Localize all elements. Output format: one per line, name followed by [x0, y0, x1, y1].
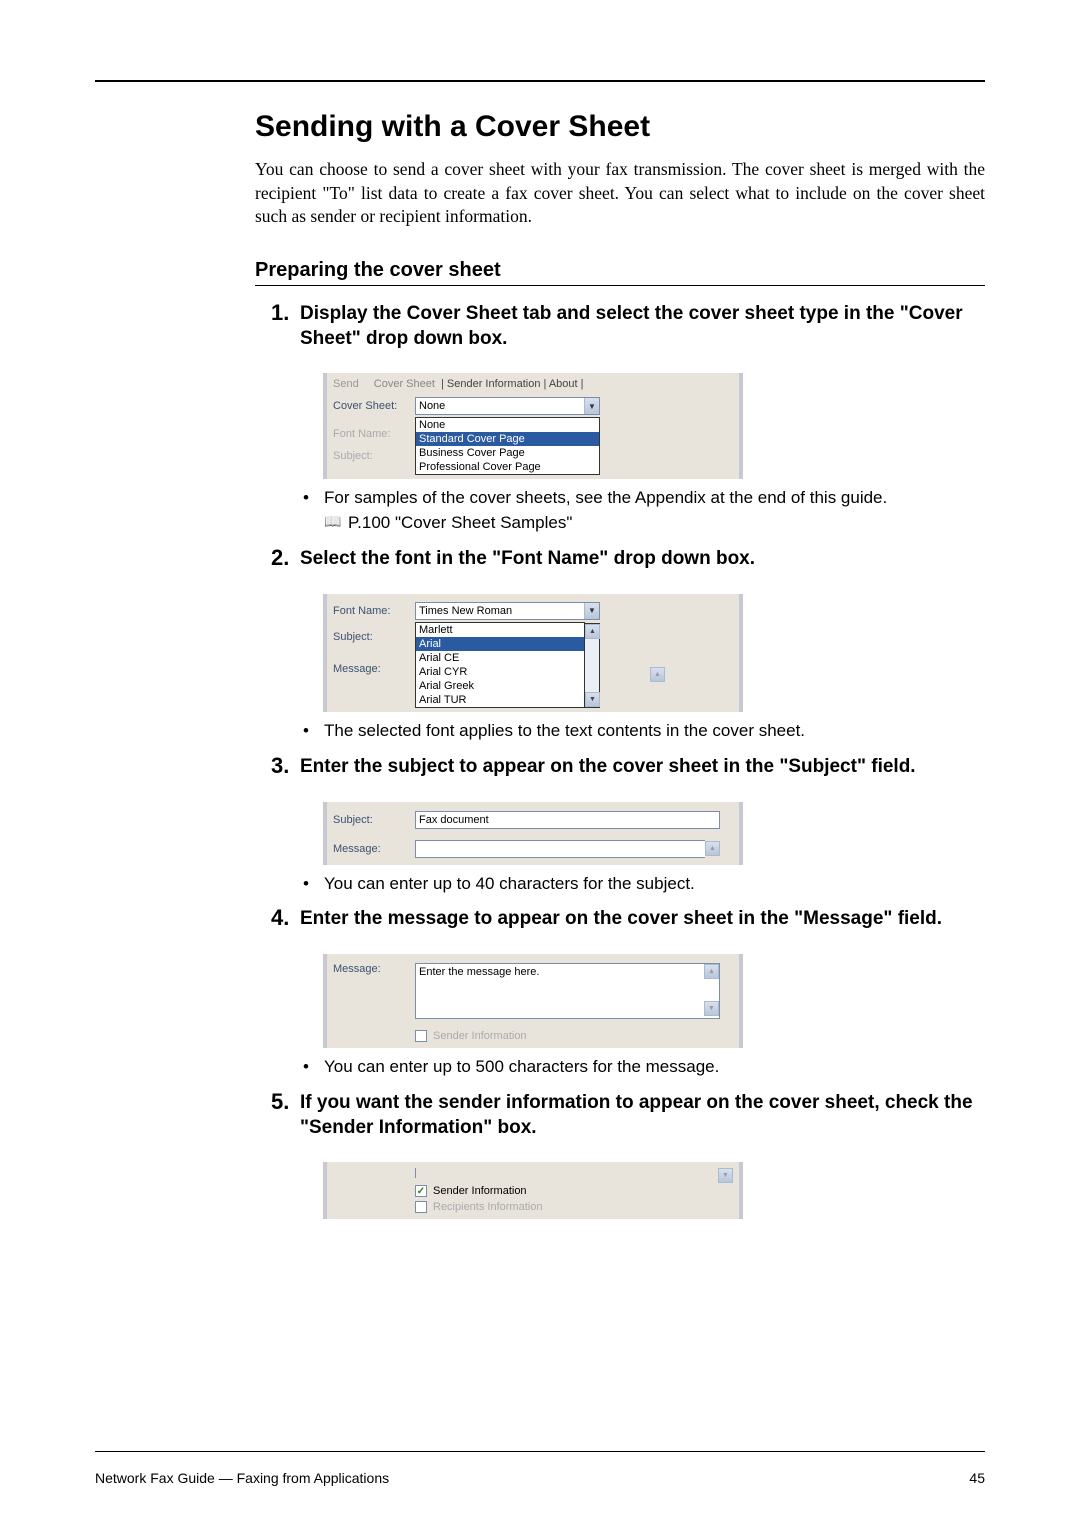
- dd-option-business[interactable]: Business Cover Page: [416, 446, 599, 460]
- step-instruction: Enter the message to appear on the cover…: [300, 907, 985, 932]
- label-message: Message:: [333, 843, 415, 855]
- message-value: Enter the message here.: [419, 966, 539, 978]
- subject-input[interactable]: Fax document: [415, 811, 720, 829]
- step-number: 5.: [271, 1089, 289, 1115]
- step-2: 2. Select the font in the "Font Name" dr…: [255, 547, 985, 572]
- section-heading: Preparing the cover sheet: [255, 259, 985, 286]
- font-name-value: Times New Roman: [419, 605, 512, 617]
- recipients-info-checkbox[interactable]: [415, 1201, 427, 1213]
- step-2-bullet: The selected font applies to the text co…: [300, 720, 985, 743]
- dd-font-arial-greek[interactable]: Arial Greek: [416, 679, 584, 693]
- step-instruction: Display the Cover Sheet tab and select t…: [300, 302, 985, 351]
- tab-other[interactable]: | Sender Information | About |: [441, 378, 584, 390]
- dd-font-arial[interactable]: Arial: [416, 637, 584, 651]
- cross-reference: P.100 "Cover Sheet Samples": [324, 513, 985, 533]
- dd-font-arial-cyr[interactable]: Arial CYR: [416, 665, 584, 679]
- step-3-bullet: You can enter up to 40 characters for th…: [300, 873, 985, 896]
- dd-option-none[interactable]: None: [416, 418, 599, 432]
- footer-rule: [95, 1451, 985, 1452]
- subject-value: Fax document: [419, 814, 489, 826]
- step-number: 3.: [271, 753, 289, 779]
- message-input-partial[interactable]: [415, 840, 705, 858]
- step-5: 5. If you want the sender information to…: [255, 1091, 985, 1140]
- screenshot-cover-sheet-tab: Send Cover Sheet | Sender Information | …: [323, 373, 743, 479]
- label-font-name-disabled: Font Name:: [333, 418, 415, 440]
- step-1-bullet: For samples of the cover sheets, see the…: [300, 487, 985, 510]
- intro-paragraph: You can choose to send a cover sheet wit…: [255, 158, 985, 229]
- scroll-down-icon[interactable]: ▼: [718, 1168, 733, 1183]
- step-instruction: Select the font in the "Font Name" drop …: [300, 547, 985, 572]
- scroll-down-icon[interactable]: ▼: [585, 692, 600, 707]
- screenshot-message: Message: Enter the message here. ▲ ▼ Sen…: [323, 954, 743, 1048]
- tab-bar: Send Cover Sheet | Sender Information | …: [333, 376, 733, 394]
- label-subject-disabled: Subject:: [333, 440, 415, 462]
- sender-info-label: Sender Information: [433, 1185, 527, 1197]
- top-horizontal-rule: [95, 80, 985, 82]
- cover-sheet-combo[interactable]: None ▼: [415, 397, 600, 415]
- step-number: 2.: [271, 545, 289, 571]
- dropdown-arrow-icon[interactable]: ▼: [584, 603, 599, 619]
- scroll-up-icon[interactable]: ▲: [705, 841, 720, 856]
- label-subject: Subject:: [333, 814, 415, 826]
- screenshot-subject: Subject: Fax document Message: ▲: [323, 802, 743, 865]
- label-message: Message:: [333, 643, 415, 675]
- label-font-name: Font Name:: [333, 605, 415, 617]
- scroll-down-icon[interactable]: ▼: [704, 1001, 719, 1016]
- dropdown-arrow-icon[interactable]: ▼: [584, 398, 599, 414]
- footer-left-text: Network Fax Guide — Faxing from Applicat…: [95, 1470, 389, 1486]
- recipients-info-label: Recipients Information: [433, 1201, 542, 1213]
- dd-font-marlett[interactable]: Marlett: [416, 623, 584, 637]
- message-textarea[interactable]: Enter the message here. ▲ ▼: [415, 963, 720, 1019]
- label-message: Message:: [333, 963, 415, 975]
- dd-font-arial-tur[interactable]: Arial TUR: [416, 693, 584, 707]
- sender-info-checkbox-checked[interactable]: ✓: [415, 1185, 427, 1197]
- scroll-up-icon[interactable]: ▲: [704, 964, 719, 979]
- label-cover-sheet: Cover Sheet:: [333, 400, 415, 412]
- font-dropdown-list[interactable]: Marlett Arial Arial CE Arial CYR Arial G…: [415, 622, 585, 708]
- cover-sheet-dropdown-list[interactable]: None Standard Cover Page Business Cover …: [415, 417, 600, 475]
- step-1: 1. Display the Cover Sheet tab and selec…: [255, 302, 985, 351]
- dd-option-professional[interactable]: Professional Cover Page: [416, 460, 599, 474]
- label-subject: Subject:: [333, 623, 415, 643]
- tab-send[interactable]: Send: [333, 378, 359, 390]
- page-number: 45: [969, 1470, 985, 1486]
- scroll-up-icon[interactable]: ▲: [585, 624, 600, 639]
- step-4: 4. Enter the message to appear on the co…: [255, 907, 985, 932]
- step-number: 1.: [271, 300, 289, 326]
- cover-sheet-value: None: [419, 400, 445, 412]
- sender-info-label: Sender Information: [433, 1030, 527, 1042]
- scroll-up-icon[interactable]: ▲: [650, 667, 665, 682]
- dd-font-arial-ce[interactable]: Arial CE: [416, 651, 584, 665]
- sender-info-checkbox[interactable]: [415, 1030, 427, 1042]
- screenshot-sender-info: ▼ ✓ Sender Information Recipients Inform…: [323, 1162, 743, 1219]
- step-4-bullet: You can enter up to 500 characters for t…: [300, 1056, 985, 1079]
- step-number: 4.: [271, 905, 289, 931]
- step-3: 3. Enter the subject to appear on the co…: [255, 755, 985, 780]
- screenshot-font-name: Font Name: Times New Roman ▼ Subject: Me…: [323, 594, 743, 712]
- page-title: Sending with a Cover Sheet: [255, 110, 985, 144]
- tab-cover-sheet[interactable]: Cover Sheet: [374, 378, 435, 390]
- page-footer: Network Fax Guide — Faxing from Applicat…: [95, 1451, 985, 1486]
- step-instruction: Enter the subject to appear on the cover…: [300, 755, 985, 780]
- dd-option-standard[interactable]: Standard Cover Page: [416, 432, 599, 446]
- font-name-combo[interactable]: Times New Roman ▼: [415, 602, 600, 620]
- step-instruction: If you want the sender information to ap…: [300, 1091, 985, 1140]
